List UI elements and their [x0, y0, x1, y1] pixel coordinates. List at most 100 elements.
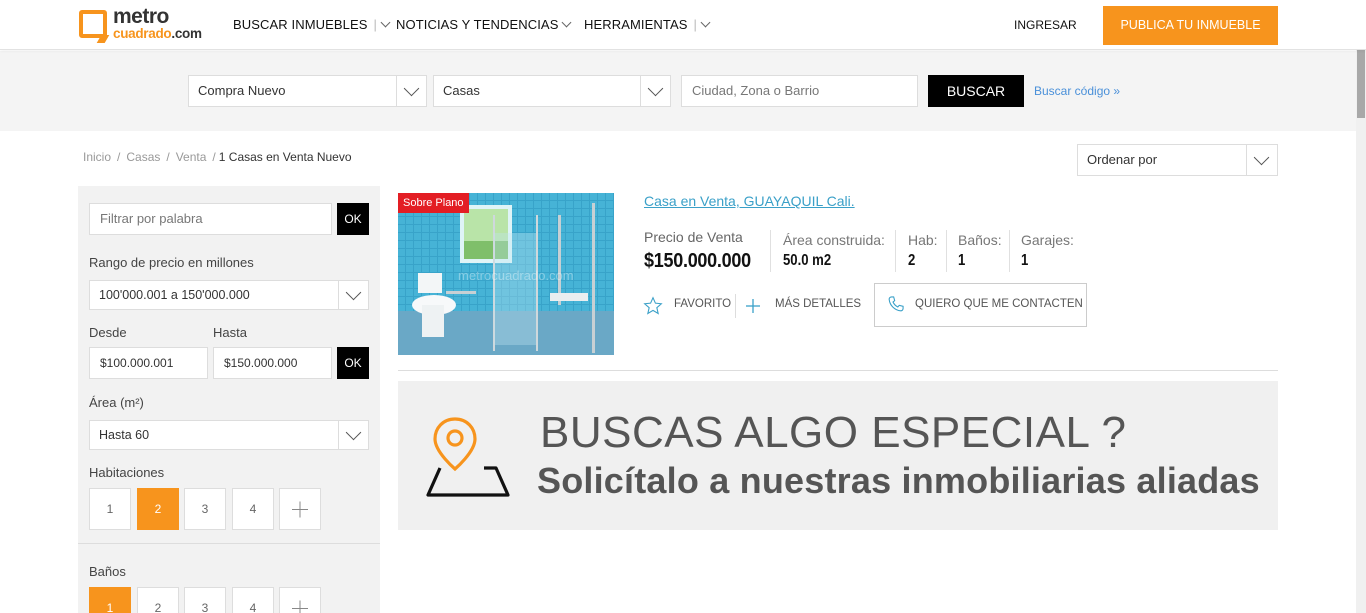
chevron-down-icon: [700, 17, 711, 28]
baths-option-1[interactable]: 1: [89, 587, 131, 613]
select-toggle: [640, 76, 670, 106]
listing-title-link[interactable]: Casa en Venta, GUAYAQUIL Cali.: [644, 193, 855, 209]
nav-separator: |: [373, 17, 378, 32]
star-icon: [643, 296, 663, 315]
select-toggle: [1246, 145, 1277, 175]
nav-separator: |: [693, 17, 698, 32]
login-link[interactable]: INGRESAR: [1014, 18, 1077, 32]
price-to-input[interactable]: $150.000.000: [213, 347, 332, 379]
keyword-ok-button[interactable]: OK: [337, 203, 369, 235]
chevron-down-icon: [403, 80, 420, 97]
price-to-label: Hasta: [213, 325, 247, 340]
baths-label: Baños: [89, 564, 126, 579]
breadcrumb-separator: /: [117, 150, 121, 164]
area-select-value: Hasta 60: [99, 428, 150, 442]
price-value: $150.000.000: [644, 250, 751, 272]
map-pin-icon: [426, 417, 510, 497]
sort-select-value: Ordenar por: [1087, 152, 1158, 167]
breadcrumb-separator: /: [212, 150, 216, 164]
spec-divider: [895, 230, 896, 272]
nav-noticias[interactable]: NOTICIAS Y TENDENCIAS: [396, 17, 572, 32]
price-range-label: Rango de precio en millones: [89, 255, 254, 270]
operation-select[interactable]: Compra Nuevo: [188, 75, 427, 107]
chevron-down-icon: [345, 284, 362, 301]
breadcrumb-venta[interactable]: Venta: [176, 150, 207, 164]
spec-garages-value: 1: [1021, 252, 1029, 269]
operation-select-value: Compra Nuevo: [198, 83, 286, 98]
site-header: metro cuadrado.com BUSCAR INMUEBLES | NOT…: [0, 0, 1366, 50]
select-toggle: [338, 281, 368, 309]
price-range-value: 100'000.001 a 150'000.000: [99, 288, 250, 302]
nav-label: HERRAMIENTAS: [584, 17, 688, 32]
listing-photo[interactable]: metrocuadrado.com: [398, 193, 614, 355]
rooms-label: Habitaciones: [89, 465, 165, 480]
baths-more-plus-icon[interactable]: [279, 587, 321, 613]
more-details-label: MÁS DETALLES: [775, 298, 862, 310]
search-by-code-link[interactable]: Buscar código »: [1034, 84, 1120, 98]
rooms-option-1[interactable]: 1: [89, 488, 131, 530]
breadcrumb-inicio[interactable]: Inicio: [83, 150, 111, 164]
spec-garages-label: Garajes:: [1021, 232, 1074, 248]
area-select[interactable]: Hasta 60: [89, 420, 369, 450]
select-toggle: [396, 76, 426, 106]
favorite-label: FAVORITO: [674, 298, 732, 310]
spec-divider: [1009, 230, 1010, 272]
contact-me-label: QUIERO QUE ME CONTACTEN: [915, 298, 1083, 310]
select-toggle: [338, 421, 368, 449]
chevron-down-icon: [345, 424, 362, 441]
publish-property-button[interactable]: PUBLICA TU INMUEBLE: [1103, 6, 1278, 45]
property-type-select[interactable]: Casas: [433, 75, 671, 107]
area-label: Área (m²): [89, 395, 144, 410]
sort-select[interactable]: Ordenar por: [1077, 144, 1278, 176]
sidebar-divider: [78, 543, 380, 544]
rooms-option-4[interactable]: 4: [232, 488, 274, 530]
rooms-option-2[interactable]: 2: [137, 488, 179, 530]
spec-divider: [946, 230, 947, 272]
banner-subheading: Solicítalo a nuestras inmobiliarias alia…: [537, 460, 1260, 501]
rooms-more-plus-icon[interactable]: [279, 488, 321, 530]
listing-status-badge: Sobre Plano: [398, 193, 469, 213]
photo-watermark: metrocuadrado.com: [458, 268, 574, 283]
spec-divider: [770, 230, 771, 272]
nav-buscar-inmuebles[interactable]: BUSCAR INMUEBLES |: [233, 17, 391, 32]
price-from-input[interactable]: $100.000.001: [89, 347, 208, 379]
breadcrumb-casas[interactable]: Casas: [126, 150, 160, 164]
phone-icon: [888, 296, 904, 312]
price-ok-button[interactable]: OK: [337, 347, 369, 379]
baths-option-4[interactable]: 4: [232, 587, 274, 613]
price-range-select[interactable]: 100'000.001 a 150'000.000: [89, 280, 369, 310]
spec-rooms-value: 2: [908, 252, 916, 269]
spec-baths-label: Baños:: [958, 232, 1002, 248]
nav-label: NOTICIAS Y TENDENCIAS: [396, 17, 559, 32]
page-scrollbar[interactable]: [1356, 0, 1366, 613]
property-type-select-value: Casas: [443, 83, 480, 98]
nav-label: BUSCAR INMUEBLES: [233, 17, 368, 32]
keyword-filter-input[interactable]: Filtrar por palabra: [89, 203, 332, 235]
metrocuadrado-logo[interactable]: metro cuadrado.com: [79, 5, 219, 45]
action-divider: [735, 294, 736, 318]
chevron-down-icon: [647, 80, 664, 97]
chevron-down-icon: [380, 17, 391, 28]
rooms-option-3[interactable]: 3: [184, 488, 226, 530]
logo-mark-icon: [79, 10, 107, 38]
breadcrumb: Inicio / Casas / Venta/1 Casas en Venta Nuev…: [83, 150, 352, 164]
nav-herramientas[interactable]: HERRAMIENTAS |: [584, 17, 711, 32]
breadcrumb-separator: /: [166, 150, 170, 164]
price-label: Precio de Venta: [644, 229, 743, 245]
baths-option-2[interactable]: 2: [137, 587, 179, 613]
plus-icon: [746, 299, 760, 313]
bathroom-photo-illustration: metrocuadrado.com: [398, 193, 614, 355]
spec-area-value: 50.0 m2: [783, 252, 832, 269]
price-from-label: Desde: [89, 325, 127, 340]
spec-baths-value: 1: [958, 252, 966, 269]
search-button[interactable]: BUSCAR: [928, 75, 1024, 107]
chevron-down-icon: [562, 17, 572, 28]
baths-option-3[interactable]: 3: [184, 587, 226, 613]
banner-heading: BUSCAS ALGO ESPECIAL ?: [540, 408, 1127, 457]
spec-area-label: Área construida:: [783, 232, 885, 248]
spec-rooms-label: Hab:: [908, 232, 938, 248]
location-input[interactable]: Ciudad, Zona o Barrio: [681, 75, 918, 107]
chevron-down-icon: [1253, 149, 1270, 166]
listing-divider: [398, 370, 1278, 371]
breadcrumb-current: 1 Casas en Venta Nuevo: [218, 150, 352, 164]
